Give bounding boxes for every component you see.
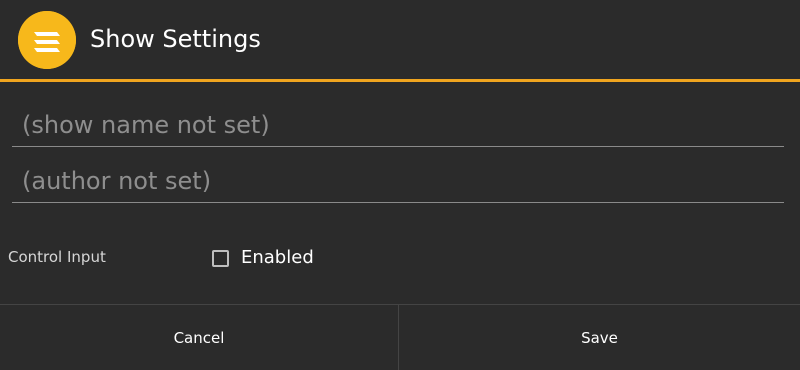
show-name-placeholder: (show name not set) — [22, 111, 270, 139]
stacked-lines-logo-icon — [18, 11, 76, 69]
header-accent-divider — [0, 79, 800, 82]
enabled-checkbox[interactable] — [212, 249, 229, 267]
author-placeholder: (author not set) — [22, 167, 212, 195]
save-button[interactable]: Save — [399, 305, 800, 370]
author-field[interactable]: (author not set) — [12, 160, 784, 203]
control-input-label: Control Input — [8, 248, 106, 266]
page-title: Show Settings — [90, 25, 261, 53]
enabled-checkbox-label: Enabled — [241, 247, 314, 268]
show-name-field[interactable]: (show name not set) — [12, 104, 784, 147]
show-settings-dialog: Show Settings (show name not set) (autho… — [0, 0, 800, 370]
cancel-button[interactable]: Cancel — [0, 305, 398, 370]
dialog-header: Show Settings — [0, 0, 800, 79]
control-input-enabled-option[interactable]: Enabled — [212, 246, 314, 270]
